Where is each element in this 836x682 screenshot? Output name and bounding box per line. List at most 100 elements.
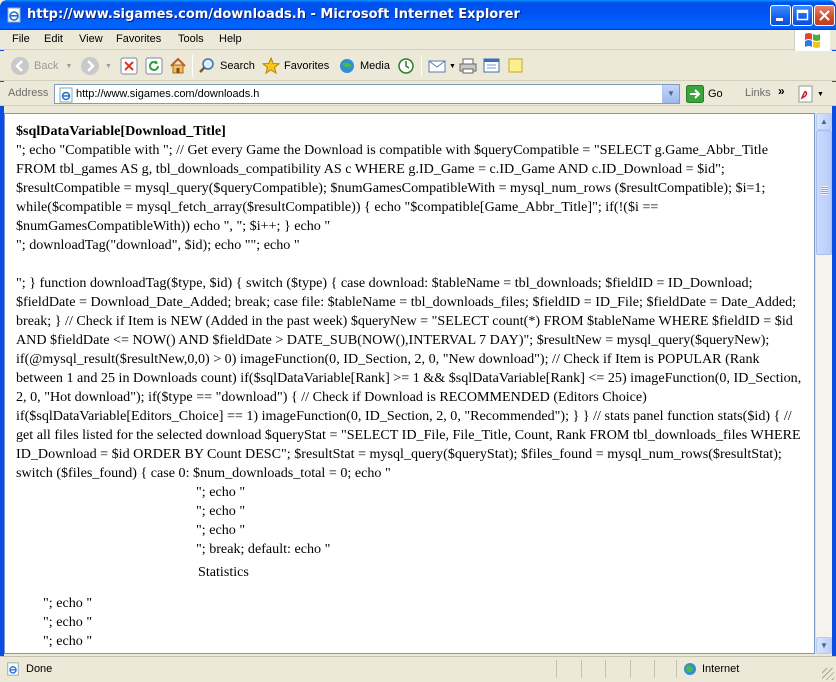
search-button[interactable]: Search	[198, 54, 255, 78]
resize-grip[interactable]	[822, 668, 834, 680]
address-url: http://www.sigames.com/downloads.h	[76, 88, 260, 100]
media-button[interactable]: Media	[338, 54, 390, 78]
status-done: Done	[6, 662, 52, 676]
code-line: "; echo "	[196, 503, 246, 519]
scroll-up-icon[interactable]: ▲	[816, 113, 832, 130]
status-pane-divider	[581, 660, 582, 678]
page-heading: $sqlDataVariable[Download_Title]	[16, 123, 226, 139]
code-line: "; echo "	[43, 633, 93, 649]
search-icon	[199, 58, 214, 73]
status-pane-divider	[605, 660, 606, 678]
menu-edit[interactable]: Edit	[41, 32, 66, 46]
scroll-down-icon[interactable]: ▼	[816, 637, 832, 654]
menu-view[interactable]: View	[76, 32, 106, 46]
mail-icon	[428, 60, 446, 73]
code-line: "; break; default: echo "	[196, 541, 331, 557]
favorites-button[interactable]: Favorites	[262, 54, 329, 78]
toolbar-extra-button[interactable]: ▼	[797, 85, 824, 103]
close-button[interactable]	[814, 5, 835, 26]
window-frame-right	[832, 30, 836, 682]
go-arrow-icon	[686, 85, 704, 103]
mail-button[interactable]: ▼	[428, 54, 456, 78]
address-bar: Address http://www.sigames.com/downloads…	[0, 82, 836, 106]
stop-button[interactable]	[120, 54, 138, 78]
document-body: $sqlDataVariable[Download_Title] "; echo…	[16, 122, 806, 651]
toolbar-separator	[192, 55, 193, 77]
status-pane-divider	[676, 660, 677, 678]
minimize-button[interactable]	[770, 5, 791, 26]
edit-page-icon	[483, 58, 500, 73]
refresh-button[interactable]	[145, 54, 163, 78]
print-icon	[459, 58, 477, 74]
address-label: Address	[8, 87, 49, 99]
forward-dropdown-icon[interactable]: ▼	[105, 63, 112, 70]
window-title: http://www.sigames.com/downloads.h - Mic…	[27, 7, 520, 22]
internet-globe-icon	[684, 663, 696, 675]
refresh-icon	[145, 57, 163, 75]
forward-button[interactable]: ▼	[80, 54, 112, 78]
maximize-button[interactable]	[792, 5, 813, 26]
page-icon	[59, 87, 73, 103]
back-button[interactable]: Back ▼	[10, 54, 72, 78]
vertical-scrollbar[interactable]: ▲ ▼	[815, 113, 832, 654]
pdf-icon	[798, 85, 813, 103]
address-input[interactable]: http://www.sigames.com/downloads.h ▼	[54, 84, 680, 104]
ie-page-icon	[7, 7, 21, 23]
home-button[interactable]	[169, 54, 187, 78]
links-label[interactable]: Links	[745, 87, 771, 99]
security-zone[interactable]: Internet	[683, 662, 739, 676]
code-line: "; echo "	[196, 522, 246, 538]
note-icon	[508, 58, 523, 73]
toolbar-separator	[421, 55, 422, 77]
status-bar: Done Internet	[0, 656, 836, 682]
maximize-icon	[796, 9, 809, 21]
print-button[interactable]	[459, 54, 477, 78]
favorites-star-icon	[262, 57, 280, 75]
code-line: "; echo "	[43, 595, 93, 611]
go-button[interactable]: Go	[686, 85, 723, 103]
close-icon	[819, 10, 830, 21]
code-line: "; echo "	[43, 614, 93, 630]
minimize-icon	[776, 18, 783, 21]
back-label: Back	[34, 60, 59, 72]
back-dropdown-icon[interactable]: ▼	[65, 63, 72, 70]
back-arrow-icon	[11, 57, 29, 75]
history-button[interactable]	[397, 54, 415, 78]
code-paragraph: "; echo "Compatible with "; // Get every…	[16, 142, 768, 234]
scroll-thumb[interactable]	[816, 130, 832, 255]
media-label: Media	[360, 60, 390, 72]
address-dropdown-icon[interactable]: ▼	[662, 85, 679, 103]
standard-toolbar: Back ▼ ▼ Search Favorites Media ▼	[0, 51, 836, 81]
title-bar: http://www.sigames.com/downloads.h - Mic…	[0, 0, 836, 30]
status-pane-divider	[556, 660, 557, 678]
code-paragraph: "; } function downloadTag($type, $id) { …	[16, 275, 802, 481]
code-line: "; echo "	[196, 484, 246, 500]
search-label: Search	[220, 60, 255, 72]
history-icon	[398, 58, 414, 74]
home-icon	[170, 57, 186, 74]
favorites-label: Favorites	[284, 60, 330, 72]
zone-label: Internet	[702, 663, 740, 675]
status-text: Done	[26, 663, 53, 675]
menu-favorites[interactable]: Favorites	[113, 32, 164, 46]
extra-dropdown-icon[interactable]: ▼	[817, 91, 824, 98]
page-content[interactable]: $sqlDataVariable[Download_Title] "; echo…	[4, 113, 815, 654]
statistics-label: Statistics	[198, 564, 249, 580]
page-done-icon	[7, 662, 19, 676]
edit-button[interactable]	[483, 54, 501, 78]
menu-bar: File Edit View Favorites Tools Help	[0, 30, 836, 50]
menu-help[interactable]: Help	[216, 32, 245, 46]
windows-logo	[794, 30, 830, 52]
go-label: Go	[708, 88, 723, 100]
links-chevron-icon[interactable]: »	[778, 84, 785, 98]
status-pane-divider	[630, 660, 631, 678]
stop-icon	[120, 57, 138, 75]
menu-tools[interactable]: Tools	[175, 32, 207, 46]
forward-arrow-icon	[81, 57, 99, 75]
mail-dropdown-icon[interactable]: ▼	[449, 63, 456, 70]
media-icon	[340, 59, 354, 73]
discuss-button[interactable]	[507, 54, 525, 78]
menu-file[interactable]: File	[9, 32, 33, 46]
status-pane-divider	[654, 660, 655, 678]
code-paragraph: "; downloadTag("download", $id); echo ""…	[16, 237, 300, 253]
